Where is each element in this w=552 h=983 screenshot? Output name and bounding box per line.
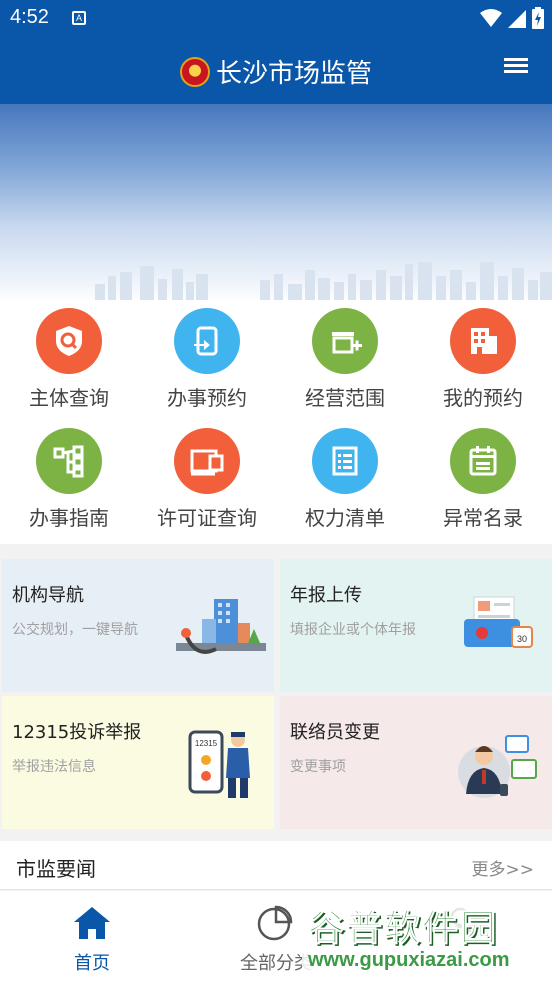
grid-label: 主体查询: [29, 386, 109, 410]
grid-label: 办事指南: [29, 506, 109, 530]
grid-label: 办事预约: [167, 386, 247, 410]
wifi-icon: [480, 9, 502, 27]
grid-label: 异常名录: [443, 506, 523, 530]
shield-search-icon: [36, 308, 102, 374]
app-bar: 长沙市场监管: [0, 36, 552, 104]
card-title: 机构导航: [12, 585, 84, 606]
annual-report-illustration: 30: [464, 596, 533, 648]
banner: [0, 104, 552, 304]
card-title: 12315投诉举报: [12, 722, 142, 743]
phone-officer-illustration: 12315: [188, 730, 250, 798]
service-grid: 主体查询 办事预约 经营范围 我的预约 办事指南 许可证查询 权力清单 异常名录: [0, 300, 552, 544]
liaison-person-illustration: [458, 735, 537, 798]
signal-icon: [508, 10, 526, 28]
news-header: 市监要闻 更多>>: [0, 841, 552, 890]
phone-number-text: 12315: [195, 739, 218, 748]
app-title: 长沙市场监管: [215, 59, 372, 89]
watermark-url: www.gupuxiazai.com: [308, 949, 510, 971]
app-title-group: 长沙市场监管: [0, 53, 552, 90]
flowchart-icon: [36, 428, 102, 494]
grid-item-subject-query[interactable]: 主体查询: [0, 300, 138, 420]
calendar-list-icon: [450, 428, 516, 494]
city-map-illustration: [176, 599, 266, 654]
list-document-icon: [312, 428, 378, 494]
card-subtitle: 变更事项: [290, 759, 346, 775]
grid-item-appointment[interactable]: 办事预约: [138, 300, 276, 420]
home-icon: [74, 907, 110, 939]
grid-label: 权力清单: [305, 506, 385, 530]
card-liaison-change[interactable]: 联络员变更 变更事项: [280, 696, 552, 829]
news-more-link[interactable]: 更多>>: [472, 855, 535, 880]
card-annual-report[interactable]: 年报上传 填报企业或个体年报 30: [280, 559, 552, 692]
tab-home[interactable]: 首页: [0, 891, 184, 983]
card-title: 联络员变更: [290, 722, 380, 743]
grid-item-my-appointments[interactable]: 我的预约: [414, 300, 552, 420]
grid-label: 许可证查询: [157, 506, 257, 530]
hamburger-menu-icon[interactable]: [504, 58, 528, 78]
grid-label: 经营范围: [305, 386, 385, 410]
notification-a-icon: A: [72, 11, 86, 25]
grid-item-abnormal-list[interactable]: 异常名录: [414, 420, 552, 540]
building-icon: [450, 308, 516, 374]
card-subtitle: 填报企业或个体年报: [290, 622, 416, 638]
watermark: 谷普软件园 www.gupuxiazai.com: [302, 893, 552, 981]
national-emblem-icon: [179, 56, 210, 87]
pie-chart-icon: [257, 905, 293, 941]
status-time: 4:52: [10, 6, 49, 28]
news-section-title: 市监要闻: [16, 857, 96, 881]
card-12315-complaint[interactable]: 12315投诉举报 举报违法信息 12315: [2, 696, 274, 829]
grid-item-service-guide[interactable]: 办事指南: [0, 420, 138, 540]
card-title: 年报上传: [290, 585, 362, 606]
grid-item-power-list[interactable]: 权力清单: [276, 420, 414, 540]
grid-label: 我的预约: [443, 386, 523, 410]
license-card-icon: [174, 428, 240, 494]
card-subtitle: 公交规划，一键导航: [12, 622, 138, 638]
tab-label: 首页: [74, 953, 110, 974]
phone-arrow-icon: [174, 308, 240, 374]
status-icons: [480, 7, 544, 29]
grid-item-license-query[interactable]: 许可证查询: [138, 420, 276, 540]
watermark-text: 谷普软件园: [307, 908, 499, 950]
store-plus-icon: [312, 308, 378, 374]
grid-item-business-scope[interactable]: 经营范围: [276, 300, 414, 420]
svg-text:30: 30: [517, 634, 527, 644]
city-skyline-illustration: [95, 262, 552, 304]
card-subtitle: 举报违法信息: [12, 759, 96, 775]
card-institution-navigation[interactable]: 机构导航 公交规划，一键导航: [2, 559, 274, 692]
battery-icon: [532, 7, 544, 29]
status-bar: 4:52 A: [0, 0, 552, 36]
